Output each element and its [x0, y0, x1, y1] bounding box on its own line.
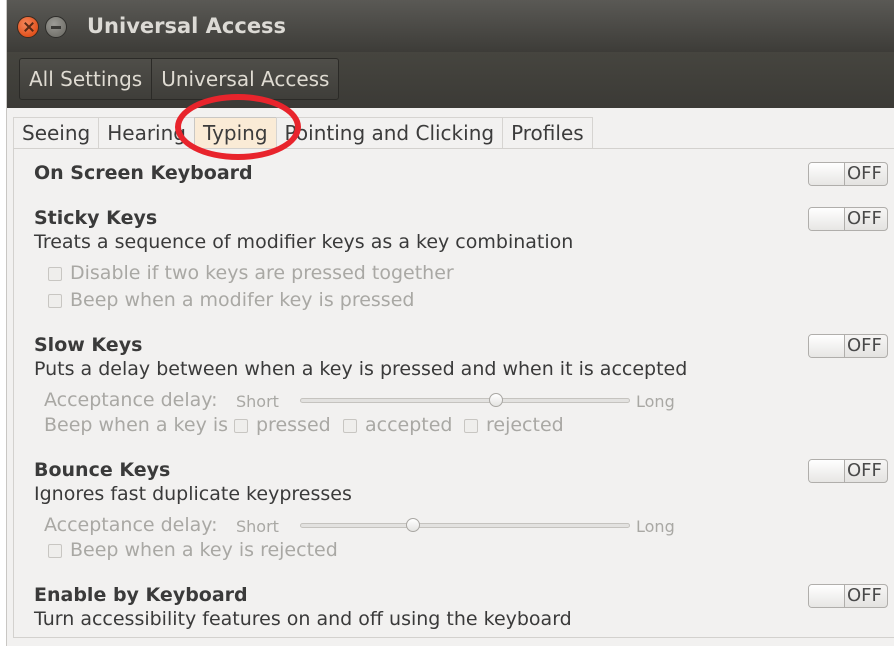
- bounce-keys-delay-label: Acceptance delay:: [44, 514, 218, 536]
- disable-two-keys-checkbox[interactable]: [48, 267, 62, 281]
- toggle-state: OFF: [847, 163, 882, 184]
- tab-seeing[interactable]: Seeing: [13, 117, 100, 149]
- sticky-keys-toggle[interactable]: OFF: [808, 207, 888, 231]
- on-screen-keyboard-title: On Screen Keyboard: [34, 162, 253, 184]
- close-icon[interactable]: [17, 16, 39, 38]
- tab-profiles[interactable]: Profiles: [502, 117, 593, 149]
- slow-keys-toggle[interactable]: OFF: [808, 334, 888, 358]
- beep-rejected-checkbox[interactable]: [464, 419, 478, 433]
- toggle-knob: [809, 460, 845, 482]
- sticky-keys-description: Treats a sequence of modifier keys as a …: [34, 231, 574, 253]
- bounce-keys-short-label: Short: [236, 517, 279, 536]
- slider-handle[interactable]: [488, 393, 503, 407]
- slider-handle[interactable]: [406, 518, 421, 532]
- enable-by-keyboard-toggle[interactable]: OFF: [808, 584, 888, 608]
- slow-keys-description: Puts a delay between when a key is press…: [34, 358, 688, 380]
- window-title: Universal Access: [87, 14, 287, 38]
- toggle-state: OFF: [847, 208, 882, 229]
- beep-rejected-label: rejected: [486, 414, 564, 436]
- toggle-state: OFF: [847, 460, 882, 481]
- tab-typing[interactable]: Typing: [193, 117, 277, 149]
- toggle-knob: [809, 335, 845, 357]
- breadcrumb-all-settings[interactable]: All Settings: [20, 59, 153, 99]
- bounce-keys-long-label: Long: [636, 517, 675, 536]
- beep-pressed-checkbox[interactable]: [234, 419, 248, 433]
- tab-bar: Seeing Hearing Typing Pointing and Click…: [13, 117, 593, 149]
- slow-keys-beep-label: Beep when a key is: [44, 414, 229, 436]
- beep-accepted-checkbox[interactable]: [343, 419, 357, 433]
- navigation-bar: All Settings Universal Access: [7, 52, 894, 108]
- toggle-knob: [809, 163, 845, 185]
- slow-keys-title: Slow Keys: [34, 334, 143, 356]
- disable-two-keys-label: Disable if two keys are pressed together: [70, 262, 454, 284]
- minimize-icon[interactable]: [45, 16, 67, 38]
- beep-modifier-label: Beep when a modifer key is pressed: [70, 289, 415, 311]
- toggle-knob: [809, 208, 845, 230]
- title-bar: Universal Access: [7, 0, 894, 52]
- beep-key-rejected-checkbox[interactable]: [48, 544, 62, 558]
- settings-window: Universal Access All Settings Universal …: [6, 0, 894, 646]
- tab-hearing[interactable]: Hearing: [98, 117, 195, 149]
- typing-panel: On Screen Keyboard OFF Sticky Keys OFF T…: [13, 148, 894, 638]
- beep-accepted-label: accepted: [365, 414, 453, 436]
- bounce-keys-toggle[interactable]: OFF: [808, 459, 888, 483]
- toggle-state: OFF: [847, 335, 882, 356]
- slow-keys-delay-slider[interactable]: [300, 393, 630, 407]
- enable-by-keyboard-title: Enable by Keyboard: [34, 584, 248, 606]
- bounce-keys-delay-slider[interactable]: [300, 518, 630, 532]
- tab-pointing-and-clicking[interactable]: Pointing and Clicking: [275, 117, 504, 149]
- slow-keys-delay-label: Acceptance delay:: [44, 389, 218, 411]
- slow-keys-long-label: Long: [636, 392, 675, 411]
- sticky-keys-title: Sticky Keys: [34, 207, 158, 229]
- toggle-state: OFF: [847, 585, 882, 606]
- enable-by-keyboard-description: Turn accessibility features on and off u…: [34, 608, 572, 630]
- bounce-keys-description: Ignores fast duplicate keypresses: [34, 483, 352, 505]
- bounce-keys-title: Bounce Keys: [34, 459, 171, 481]
- breadcrumb: All Settings Universal Access: [19, 58, 340, 100]
- beep-modifier-checkbox[interactable]: [48, 294, 62, 308]
- slow-keys-short-label: Short: [236, 392, 279, 411]
- beep-pressed-label: pressed: [256, 414, 331, 436]
- on-screen-keyboard-toggle[interactable]: OFF: [808, 162, 888, 186]
- breadcrumb-universal-access[interactable]: Universal Access: [152, 59, 338, 99]
- toggle-knob: [809, 585, 845, 607]
- beep-key-rejected-label: Beep when a key is rejected: [70, 539, 338, 561]
